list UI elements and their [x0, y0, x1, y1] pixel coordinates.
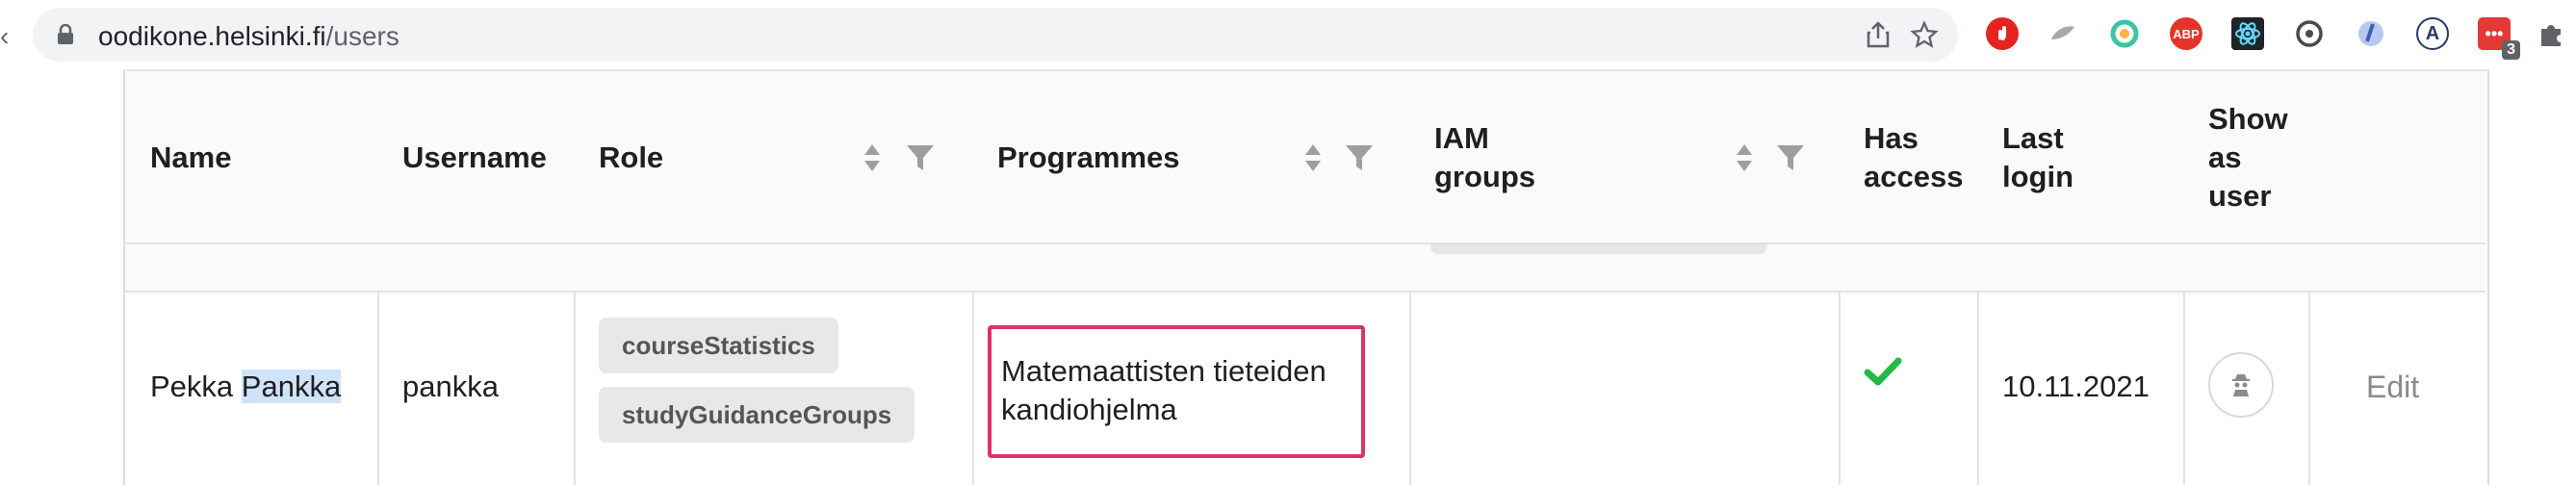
user-full-name: Pekka Pankka — [150, 370, 342, 404]
filter-icon[interactable] — [1775, 142, 1806, 173]
url-path: /users — [325, 21, 399, 51]
header-iam-label-line1: IAM — [1434, 121, 1489, 155]
column-iam-groups: IAM groups — [1409, 71, 1841, 485]
accessibility-a-icon[interactable]: A — [2416, 17, 2449, 50]
header-username-label: Username — [402, 140, 547, 174]
sort-icon[interactable] — [1735, 142, 1754, 173]
dropdown-edge[interactable] — [1430, 244, 1767, 254]
sort-icon[interactable] — [863, 142, 882, 173]
browser-toolbar: ‹ oodikone.helsinki.fi/users ABP A ••• 3 — [0, 0, 2576, 69]
header-show-as-user-line2: as — [2208, 140, 2242, 174]
header-show-as-user: Show as user — [2183, 71, 2308, 244]
header-has-access-line1: Has — [1864, 121, 1919, 155]
cell-username: pankka — [377, 293, 574, 485]
header-programmes-label: Programmes — [997, 140, 1180, 174]
address-bar[interactable]: oodikone.helsinki.fi/users — [33, 8, 1958, 62]
header-edit — [2308, 71, 2486, 244]
users-table: Name Pekka Pankka Username pankka Role c… — [123, 69, 2489, 485]
column-name: Name Pekka Pankka — [125, 71, 379, 485]
last-login-value: 10.11.2021 — [2002, 370, 2150, 403]
header-last-login[interactable]: Last login — [1977, 71, 2183, 244]
extension-badge: 3 — [2502, 40, 2520, 60]
cell-name: Pekka Pankka — [125, 293, 377, 485]
spy-user-icon — [2232, 374, 2250, 396]
header-username[interactable]: Username — [377, 71, 574, 244]
droplet-icon[interactable] — [2355, 17, 2387, 50]
filter-cell — [125, 244, 377, 293]
lock-icon — [58, 24, 73, 44]
filter-cell — [2183, 244, 2308, 293]
cell-edit: Edit — [2308, 293, 2486, 485]
header-show-as-user-line1: Show — [2208, 102, 2288, 136]
header-role-label: Role — [599, 140, 664, 174]
filter-cell — [574, 244, 972, 293]
header-role[interactable]: Role — [574, 71, 972, 244]
role-chip: courseStatistics — [599, 318, 838, 373]
header-last-login-line2: login — [2002, 160, 2074, 193]
header-iam-groups[interactable]: IAM groups — [1409, 71, 1839, 244]
header-iam-label-line2: groups — [1434, 160, 1536, 193]
back-arrow-icon[interactable]: ‹ — [0, 21, 9, 52]
star-icon[interactable] — [1910, 20, 1939, 49]
checkmark-icon — [1864, 357, 1902, 386]
cell-has-access — [1839, 293, 1977, 485]
filter-icon[interactable] — [905, 142, 936, 173]
puzzle-icon[interactable] — [2536, 17, 2568, 50]
react-icon[interactable] — [2231, 17, 2264, 50]
column-role: Role courseStatistics studyGuidanceGroup… — [574, 71, 974, 485]
first-name: Pekka — [150, 370, 234, 403]
stop-icon[interactable] — [1986, 17, 2019, 50]
sort-icon[interactable] — [1303, 142, 1323, 173]
chat-icon[interactable]: ••• 3 — [2478, 17, 2520, 60]
cell-iam-groups — [1409, 293, 1839, 485]
abp-label: ABP — [2173, 26, 2200, 41]
url-text[interactable]: oodikone.helsinki.fi/users — [98, 21, 399, 52]
url-host: oodikone.helsinki.fi — [98, 21, 326, 51]
cell-programmes: Matemaattisten tieteiden kandiohjelma — [972, 293, 1409, 485]
refresh-circle-icon[interactable] — [2293, 17, 2326, 50]
column-edit: Edit — [2308, 71, 2486, 485]
edit-button[interactable]: Edit — [2366, 370, 2419, 405]
cell-role: courseStatistics studyGuidanceGroups — [574, 293, 972, 485]
role-chip: studyGuidanceGroups — [599, 387, 915, 443]
programme-name: Matemaattisten tieteiden kandiohjelma — [1001, 354, 1327, 426]
header-has-access[interactable]: Has access — [1839, 71, 1977, 244]
column-programmes: Programmes Matemaattisten tieteiden kand… — [972, 71, 1411, 485]
color-ring-icon[interactable] — [2108, 17, 2141, 50]
header-has-access-line2: access — [1864, 160, 1964, 193]
filter-cell — [377, 244, 574, 293]
filter-cell — [1409, 244, 1839, 293]
highlight-box: Matemaattisten tieteiden kandiohjelma — [988, 325, 1365, 458]
feather-icon[interactable] — [2047, 17, 2079, 50]
last-name-selected: Pankka — [241, 370, 342, 403]
filter-cell — [2308, 244, 2486, 293]
filter-cell — [1977, 244, 2183, 293]
share-icon[interactable] — [1864, 20, 1893, 49]
column-username: Username pankka — [377, 71, 576, 485]
header-last-login-line1: Last — [2002, 121, 2064, 155]
username-value: pankka — [402, 370, 499, 403]
filter-icon[interactable] — [1344, 142, 1375, 173]
cell-last-login: 10.11.2021 — [1977, 293, 2183, 485]
header-show-as-user-line3: user — [2208, 179, 2272, 213]
column-has-access: Has access — [1839, 71, 1979, 485]
header-programmes[interactable]: Programmes — [972, 71, 1409, 244]
header-name-label: Name — [150, 140, 232, 174]
show-as-user-button[interactable] — [2208, 352, 2274, 418]
cell-show-as-user — [2183, 293, 2308, 485]
header-name[interactable]: Name — [125, 71, 377, 244]
column-last-login: Last login 10.11.2021 — [1977, 71, 2185, 485]
column-show-as-user: Show as user — [2183, 71, 2310, 485]
filter-cell — [972, 244, 1409, 293]
filter-cell — [1839, 244, 1977, 293]
adblock-plus-icon[interactable]: ABP — [2170, 17, 2202, 50]
